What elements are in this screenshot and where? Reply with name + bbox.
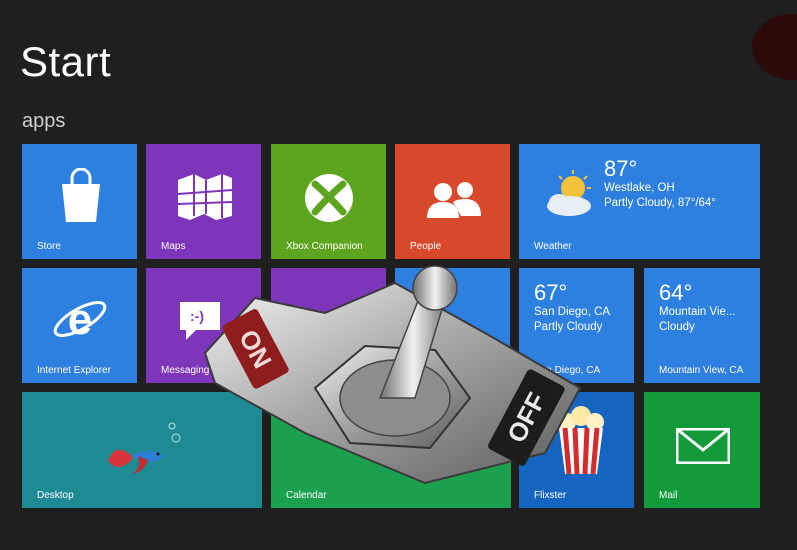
corner-blob (752, 14, 797, 80)
tile-weather[interactable]: 87° Westlake, OH Partly Cloudy, 87°/64° … (519, 144, 760, 259)
weather-temperature: 87° (604, 156, 638, 181)
people-icon (427, 182, 481, 218)
start-title: Start (20, 38, 112, 85)
tile-people[interactable]: People (395, 144, 510, 259)
tile-label-maps: Maps (161, 241, 186, 252)
tile-store[interactable]: Store (22, 144, 137, 259)
tile-label-weather: Weather (534, 241, 572, 252)
apps-group-label: apps (22, 110, 66, 132)
mv-condition: Cloudy (659, 321, 695, 333)
internet-explorer-icon: e (53, 295, 107, 344)
xbox-icon (305, 174, 353, 222)
tile-weather-mountain-view[interactable]: 64° Mountain Vie... Cloudy Mountain View… (644, 268, 760, 383)
map-icon (177, 174, 233, 220)
mv-location: Mountain Vie... (659, 306, 736, 318)
tile-label-desktop: Desktop (37, 490, 74, 501)
svg-text:e: e (68, 295, 92, 344)
partly-cloudy-icon (547, 170, 591, 216)
tile-mail[interactable]: Mail (644, 392, 760, 508)
tile-xbox-companion[interactable]: Xbox Companion (271, 144, 386, 259)
tile-label-ie: Internet Explorer (37, 365, 111, 376)
tile-label-people: People (410, 241, 442, 252)
weather-location: Westlake, OH (604, 182, 675, 194)
tile-label-mountain-view: Mountain View, CA (659, 365, 744, 376)
toggle-switch-overlay: ON OFF (203, 265, 582, 485)
tile-label-mail: Mail (659, 490, 678, 501)
shopping-bag-icon (62, 168, 100, 222)
tile-internet-explorer[interactable]: e Internet Explorer (22, 268, 137, 383)
tile-label-store: Store (37, 241, 61, 252)
tile-label-xbox: Xbox Companion (286, 241, 363, 252)
mail-envelope-icon (676, 428, 730, 464)
mv-temperature: 64° (659, 280, 693, 305)
weather-condition: Partly Cloudy, 87°/64° (604, 197, 716, 209)
tile-maps[interactable]: Maps (146, 144, 261, 259)
